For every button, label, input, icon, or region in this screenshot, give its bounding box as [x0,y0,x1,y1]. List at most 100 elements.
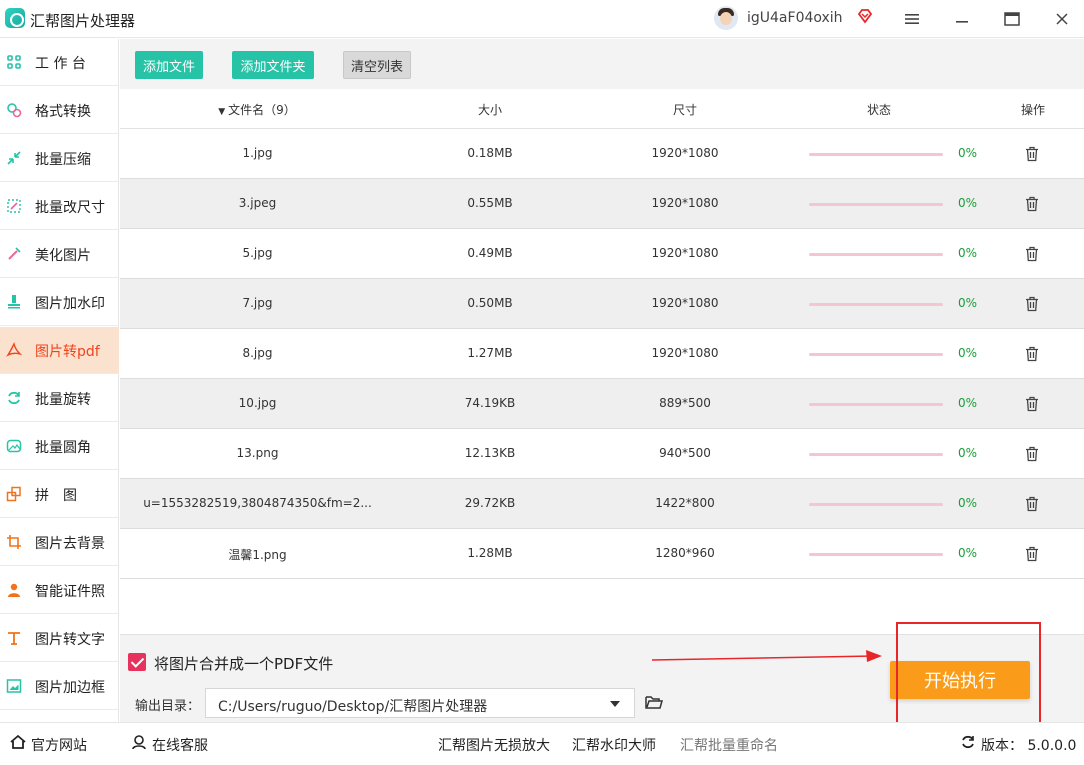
delete-icon[interactable] [1025,146,1039,162]
sidebar-item-label: 批量改尺寸 [35,200,105,216]
resize-icon [7,199,21,213]
delete-icon[interactable] [1025,346,1039,362]
output-dir-select[interactable]: C:/Users/ruguo/Desktop/汇帮图片处理器 [205,688,635,718]
delete-icon[interactable] [1025,396,1039,412]
avatar[interactable] [714,6,738,30]
table-row[interactable]: 温馨1.png 1.28MB 1280*960 0% [120,529,1084,579]
progress-bar [809,553,943,556]
file-dimensions-cell: 940*500 [659,446,711,460]
sidebar-item-remove-background[interactable]: 图片去背景 [0,519,119,566]
version-label: 版本： 5.0.0.0 [981,738,1077,754]
delete-icon[interactable] [1025,446,1039,462]
file-size-cell: 74.19KB [464,396,516,410]
chevron-down-icon [610,701,620,707]
column-header-name[interactable]: ▼ 文件名（9） [212,101,302,118]
progress-bar [809,503,943,506]
sidebar-item-image-to-pdf[interactable]: 图片转pdf [0,327,119,374]
sidebar-item-watermark[interactable]: 图片加水印 [0,279,119,326]
delete-icon[interactable] [1025,546,1039,562]
table-row[interactable]: 1.jpg 0.18MB 1920*1080 0% [120,129,1084,179]
sidebar-item-workbench[interactable]: 工 作 台 [0,39,119,86]
footer-link-watermark[interactable]: 汇帮水印大师 [572,735,656,755]
sidebar-item-compress[interactable]: 批量压缩 [0,135,119,182]
add-folder-button[interactable]: 添加文件夹 [232,51,314,79]
puzzle-icon [6,486,21,502]
sidebar-item-id-photo[interactable]: 智能证件照 [0,567,119,614]
progress-bar [809,153,943,156]
table-row[interactable]: 3.jpeg 0.55MB 1920*1080 0% [120,179,1084,229]
sidebar-item-label: 图片去背景 [35,536,105,552]
table-row[interactable]: 13.png 12.13KB 940*500 0% [120,429,1084,479]
sidebar-item-resize[interactable]: 批量改尺寸 [0,183,119,230]
column-header-action: 操作 [1020,103,1045,117]
delete-icon[interactable] [1025,246,1039,262]
file-size-cell: 0.49MB [467,246,513,260]
folder-open-icon[interactable] [645,694,663,710]
title-bar: 汇帮图片处理器 igU4aF04oxih [0,0,1084,38]
username[interactable]: igU4aF04oxih [747,10,843,26]
delete-icon[interactable] [1025,296,1039,312]
file-name-cell: 13.png [236,446,279,460]
delete-icon[interactable] [1025,496,1039,512]
rotate-icon [8,391,20,405]
file-name-cell: 1.jpg [242,146,273,160]
progress-bar [809,253,943,256]
grid-icon [7,55,21,69]
official-website-link[interactable]: 官方网站 [31,735,87,755]
progress-bar [809,453,943,456]
footer-link-rename[interactable]: 汇帮批量重命名 [680,735,778,755]
sidebar-item-beautify[interactable]: 美化图片 [0,231,119,278]
file-name-cell: 8.jpg [242,346,273,360]
table-row[interactable]: 8.jpg 1.27MB 1920*1080 0% [120,329,1084,379]
file-size-cell: 0.55MB [467,196,513,210]
file-size-cell: 1.28MB [467,546,513,560]
sidebar-item-round-corner[interactable]: 批量圆角 [0,423,119,470]
sidebar-item-label: 图片转pdf [35,344,100,360]
clear-list-button[interactable]: 清空列表 [343,51,411,79]
file-dimensions-cell: 1920*1080 [651,196,719,210]
file-name-cell: 5.jpg [242,246,273,260]
text-icon [8,632,20,645]
maximize-icon[interactable] [998,6,1026,32]
merge-pdf-label[interactable]: 将图片合并成一个PDF文件 [154,653,333,674]
sidebar: 工 作 台 格式转换 批量压缩 批量改尺寸 美化图片 图片加水印 图片转pdf … [0,39,119,722]
output-dir-value: C:/Users/ruguo/Desktop/汇帮图片处理器 [218,699,488,715]
footer-link-upscale[interactable]: 汇帮图片无损放大 [438,735,550,755]
file-name-cell: 7.jpg [242,296,273,310]
file-dimensions-cell: 1280*960 [655,546,715,560]
status-percent: 0% [958,446,978,460]
sort-desc-icon: ▼ [218,107,226,117]
sidebar-item-add-border[interactable]: 图片加边框 [0,663,119,710]
status-percent: 0% [958,246,978,260]
file-dimensions-cell: 1920*1080 [651,346,719,360]
round-corner-icon [6,439,22,453]
status-percent: 0% [958,546,978,560]
home-icon [10,734,26,749]
app-title: 汇帮图片处理器 [30,12,136,30]
table-row[interactable]: 7.jpg 0.50MB 1920*1080 0% [120,279,1084,329]
sidebar-item-rotate[interactable]: 批量旋转 [0,375,119,422]
table-row[interactable]: u=1553282519,3804874350&fm=2... 29.72KB 14… [120,479,1084,529]
crop-icon [7,535,21,549]
add-file-button[interactable]: 添加文件 [135,51,203,79]
file-dimensions-cell: 1422*800 [655,496,715,510]
sidebar-item-format-convert[interactable]: 格式转换 [0,87,119,134]
sidebar-item-label: 批量旋转 [35,392,91,408]
minimize-icon[interactable] [948,6,976,32]
file-dimensions-cell: 1920*1080 [651,146,719,160]
vip-diamond-icon[interactable] [857,8,873,24]
sidebar-item-image-to-text[interactable]: 图片转文字 [0,615,119,662]
file-name-cell: 温馨1.png [228,548,287,562]
hamburger-icon[interactable] [898,6,926,32]
file-name-cell: u=1553282519,3804874350&fm=2... [143,496,372,510]
app-logo-icon [5,8,25,28]
online-support-link[interactable]: 在线客服 [152,735,208,755]
refresh-icon[interactable] [960,734,976,750]
progress-bar [809,403,943,406]
table-row[interactable]: 10.jpg 74.19KB 889*500 0% [120,379,1084,429]
merge-pdf-checkbox[interactable] [128,653,146,671]
close-icon[interactable] [1048,6,1076,32]
sidebar-item-puzzle[interactable]: 拼 图 [0,471,119,518]
delete-icon[interactable] [1025,196,1039,212]
table-row[interactable]: 5.jpg 0.49MB 1920*1080 0% [120,229,1084,279]
